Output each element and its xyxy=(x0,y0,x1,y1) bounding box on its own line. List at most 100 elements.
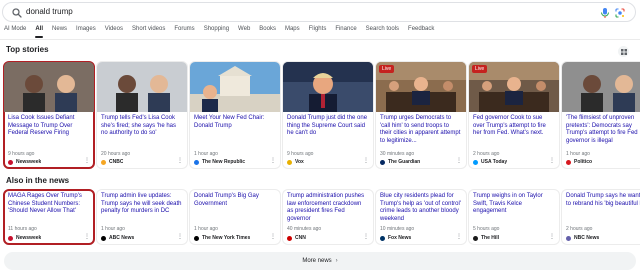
tab-short-videos[interactable]: Short videos xyxy=(132,25,165,39)
news-card[interactable]: Blue city residents plead for Trump's he… xyxy=(376,190,466,244)
news-thumbnail[interactable] xyxy=(4,62,94,112)
tab-all[interactable]: All xyxy=(35,25,43,39)
news-card[interactable]: MAGA Rages Over Trump's Chinese Student … xyxy=(3,189,95,245)
news-card[interactable]: Donald Trump's Big Gay Government 1 hour … xyxy=(190,190,280,244)
news-thumbnail[interactable] xyxy=(190,62,280,112)
news-headline[interactable]: Donald Trump's Big Gay Government xyxy=(194,193,276,208)
news-headline[interactable]: MAGA Rages Over Trump's Chinese Student … xyxy=(8,193,90,216)
publisher-logo-icon xyxy=(8,159,13,165)
more-options-icon[interactable]: ⋮ xyxy=(363,234,369,240)
news-card[interactable]: Donald Trump says he wants to rebrand hi… xyxy=(562,190,640,244)
search-icon[interactable] xyxy=(11,7,23,19)
news-thumbnail[interactable] xyxy=(97,62,187,112)
news-publisher: The New Republic ⋮ xyxy=(194,158,276,165)
search-tabs: AI Mode All News Images Videos Short videos Fo… xyxy=(4,25,443,39)
also-in-news-carousel: MAGA Rages Over Trump's Chinese Student … xyxy=(3,189,640,245)
more-options-icon[interactable]: ⋮ xyxy=(270,158,276,164)
tab-finance[interactable]: Finance xyxy=(335,25,356,39)
publisher-name: Newsweek xyxy=(16,235,42,241)
news-card[interactable]: Live Fed governor Cook to sue over Trump'… xyxy=(469,62,559,168)
more-options-icon[interactable]: ⋮ xyxy=(84,234,90,240)
news-card[interactable]: 'The flimsiest of unproven pretexts': De… xyxy=(562,62,640,168)
news-headline[interactable]: Donald Trump says he wants to rebrand hi… xyxy=(566,193,640,208)
tab-flights[interactable]: Flights xyxy=(309,25,327,39)
microphone-icon[interactable] xyxy=(600,7,610,19)
grid-view-button[interactable] xyxy=(618,46,629,57)
more-options-icon[interactable]: ⋮ xyxy=(177,158,183,164)
tab-web[interactable]: Web xyxy=(238,25,250,39)
chevron-right-icon: › xyxy=(335,258,338,264)
google-lens-icon[interactable] xyxy=(614,7,626,19)
news-timestamp: 40 minutes ago xyxy=(287,226,322,232)
more-options-icon[interactable]: ⋮ xyxy=(549,234,555,240)
more-options-icon[interactable]: ⋮ xyxy=(363,158,369,164)
news-publisher: Newsweek ⋮ xyxy=(8,234,90,241)
tab-maps[interactable]: Maps xyxy=(285,25,300,39)
news-card[interactable]: Trump administration pushes law enforcem… xyxy=(283,190,373,244)
publisher-logo-icon xyxy=(380,235,385,241)
publisher-name: The New Republic xyxy=(202,159,246,165)
news-publisher: CNN ⋮ xyxy=(287,234,369,241)
publisher-logo-icon xyxy=(566,235,571,241)
news-headline[interactable]: Trump tells Fed's Lisa Cook she's fired;… xyxy=(101,115,183,138)
news-publisher: The Guardian ⋮ xyxy=(380,158,462,165)
tab-forums[interactable]: Forums xyxy=(174,25,194,39)
search-bar[interactable]: donald trump xyxy=(2,2,636,22)
news-card[interactable]: Trump admin live updates: Trump says he … xyxy=(97,190,187,244)
news-timestamp: 2 hours ago xyxy=(473,151,500,157)
news-headline[interactable]: Meet Your New Fed Chair: Donald Trump xyxy=(194,115,276,130)
publisher-logo-icon xyxy=(194,159,199,165)
grid-icon xyxy=(620,48,627,55)
news-headline[interactable]: Trump weighs in on Taylor Swift, Travis … xyxy=(473,193,555,216)
news-timestamp: 1 hour ago xyxy=(101,226,125,232)
news-thumbnail[interactable] xyxy=(562,62,640,112)
publisher-name: The Hill xyxy=(481,235,500,241)
more-options-icon[interactable]: ⋮ xyxy=(177,234,183,240)
news-headline[interactable]: Donald Trump just did the one thing the … xyxy=(287,115,369,138)
search-input[interactable]: donald trump xyxy=(26,7,73,16)
publisher-logo-icon xyxy=(101,159,106,165)
tab-search-tools[interactable]: Search tools xyxy=(366,25,399,39)
tab-shopping[interactable]: Shopping xyxy=(204,25,229,39)
news-headline[interactable]: Fed governor Cook to sue over Trump's at… xyxy=(473,115,555,138)
more-options-icon[interactable]: ⋮ xyxy=(456,234,462,240)
more-options-icon[interactable]: ⋮ xyxy=(270,234,276,240)
tab-news[interactable]: News xyxy=(52,25,67,39)
top-stories-carousel: Lisa Cook Issues Defiant Message to Trum… xyxy=(3,61,640,169)
more-news-label: More news xyxy=(302,258,332,264)
more-news-button[interactable]: More news › xyxy=(4,252,636,270)
news-card[interactable]: Meet Your New Fed Chair: Donald Trump 1 h… xyxy=(190,62,280,168)
news-publisher: NBC News⋮ xyxy=(566,235,640,241)
news-headline[interactable]: 'The flimsiest of unproven pretexts': De… xyxy=(566,115,640,145)
news-card[interactable]: Trump tells Fed's Lisa Cook she's fired;… xyxy=(97,62,187,168)
tab-videos[interactable]: Videos xyxy=(105,25,123,39)
news-thumbnail[interactable] xyxy=(283,62,373,112)
news-headline[interactable]: Lisa Cook Issues Defiant Message to Trum… xyxy=(8,115,90,138)
tab-images[interactable]: Images xyxy=(76,25,96,39)
publisher-name: Fox News xyxy=(388,235,412,241)
news-card[interactable]: Donald Trump just did the one thing the … xyxy=(283,62,373,168)
news-headline[interactable]: Trump urges Democrats to 'call him' to s… xyxy=(380,115,462,145)
more-options-icon[interactable]: ⋮ xyxy=(84,158,90,164)
publisher-name: USA Today xyxy=(481,159,508,165)
news-card[interactable]: Live Trump urges Democrats to 'call him' … xyxy=(376,62,466,168)
tab-ai-mode[interactable]: AI Mode xyxy=(4,25,26,39)
news-publisher: Fox News ⋮ xyxy=(380,234,462,241)
news-headline[interactable]: Blue city residents plead for Trump's he… xyxy=(380,193,462,223)
publisher-logo-icon xyxy=(473,235,478,241)
publisher-name: Newsweek xyxy=(16,159,42,165)
news-thumbnail[interactable]: Live xyxy=(469,62,559,112)
news-headline[interactable]: Trump administration pushes law enforcem… xyxy=(287,193,369,223)
publisher-name: CNBC xyxy=(109,159,124,165)
tab-books[interactable]: Books xyxy=(259,25,276,39)
news-card[interactable]: Trump weighs in on Taylor Swift, Travis … xyxy=(469,190,559,244)
news-timestamp: 5 hours ago xyxy=(473,226,500,232)
more-options-icon[interactable]: ⋮ xyxy=(456,158,462,164)
news-card[interactable]: Lisa Cook Issues Defiant Message to Trum… xyxy=(3,61,95,169)
news-headline[interactable]: Trump admin live updates: Trump says he … xyxy=(101,193,183,216)
more-options-icon[interactable]: ⋮ xyxy=(549,158,555,164)
news-thumbnail[interactable]: Live xyxy=(376,62,466,112)
publisher-name: The Guardian xyxy=(388,159,421,165)
tab-feedback[interactable]: Feedback xyxy=(408,25,434,39)
news-publisher: Politico⋮ xyxy=(566,159,640,165)
